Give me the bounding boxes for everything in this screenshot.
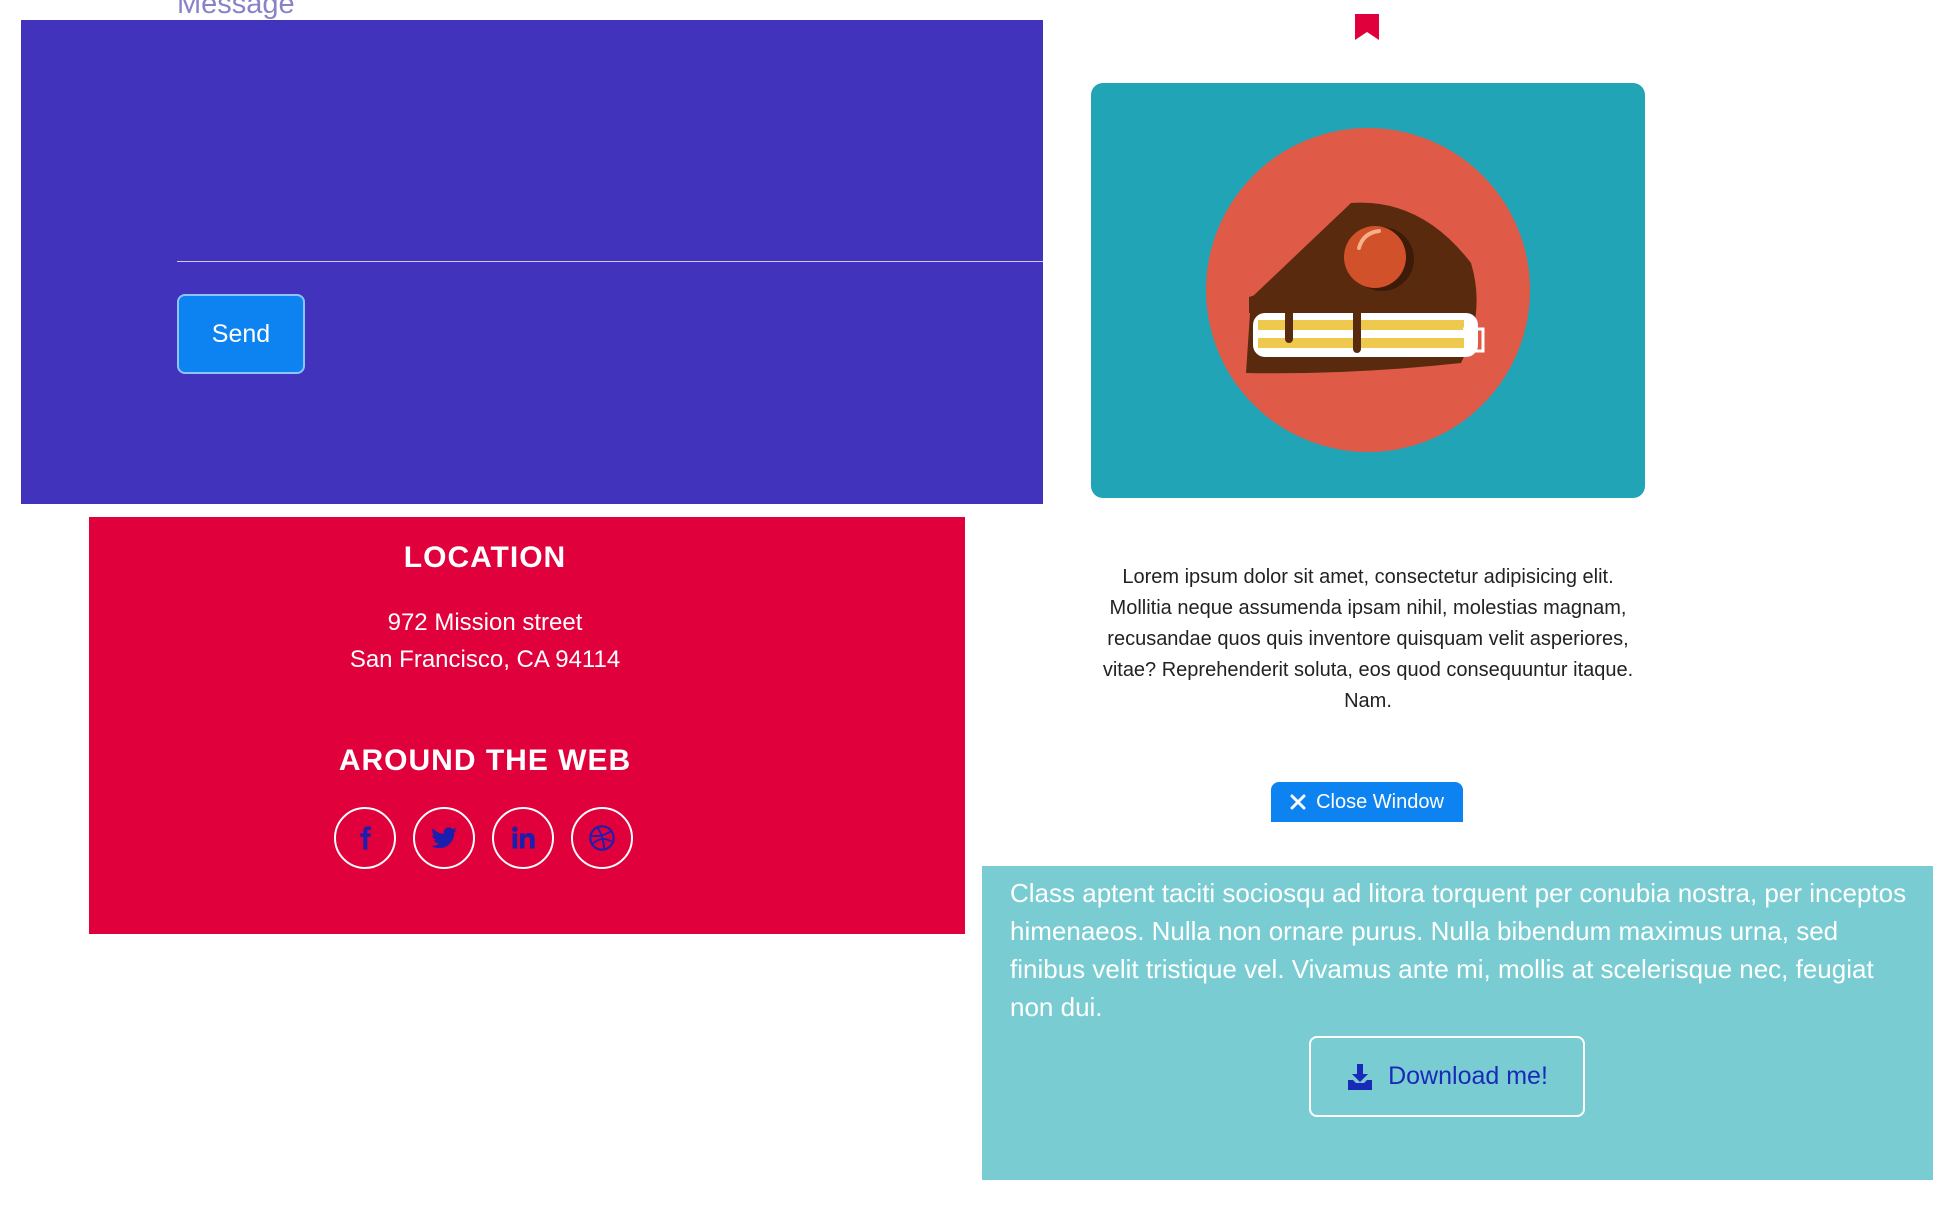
close-icon: [1290, 794, 1306, 810]
dribbble-icon: [589, 825, 615, 851]
download-description: Class aptent taciti sociosqu ad litora t…: [1010, 878, 1907, 1022]
bookmark-icon: [1355, 14, 1379, 40]
facebook-link[interactable]: [334, 807, 396, 869]
close-window-label: Close Window: [1316, 790, 1444, 813]
footer-section: LOCATION 972 Mission street San Francisc…: [89, 517, 965, 934]
modal-description: Lorem ipsum dolor sit amet, consectetur …: [1102, 566, 1634, 712]
download-button[interactable]: Download me!: [1309, 1036, 1585, 1117]
send-button[interactable]: Send: [177, 294, 305, 374]
download-button-label: Download me!: [1388, 1062, 1548, 1090]
around-the-web-heading: AROUND THE WEB: [338, 744, 632, 777]
address-line-2: San Francisco, CA 94114: [349, 646, 621, 673]
linkedin-icon: [512, 826, 535, 849]
dribbble-link[interactable]: [571, 807, 633, 869]
download-section: Class aptent taciti sociosqu ad litora t…: [982, 866, 1933, 1180]
location-heading: LOCATION: [403, 541, 567, 574]
cake-image: [1091, 83, 1645, 498]
linkedin-link[interactable]: [492, 807, 554, 869]
contact-section: Message Send: [21, 0, 1043, 504]
cake-slice-illustration: [1206, 128, 1530, 452]
download-icon: [1348, 1063, 1373, 1090]
twitter-icon: [431, 827, 457, 849]
twitter-link[interactable]: [413, 807, 475, 869]
facebook-icon: [360, 826, 371, 850]
address-line-1: 972 Mission street: [387, 609, 583, 636]
message-field-underline: [177, 261, 1043, 262]
message-field[interactable]: Message: [177, 0, 295, 19]
close-window-button[interactable]: Close Window: [1271, 782, 1463, 822]
